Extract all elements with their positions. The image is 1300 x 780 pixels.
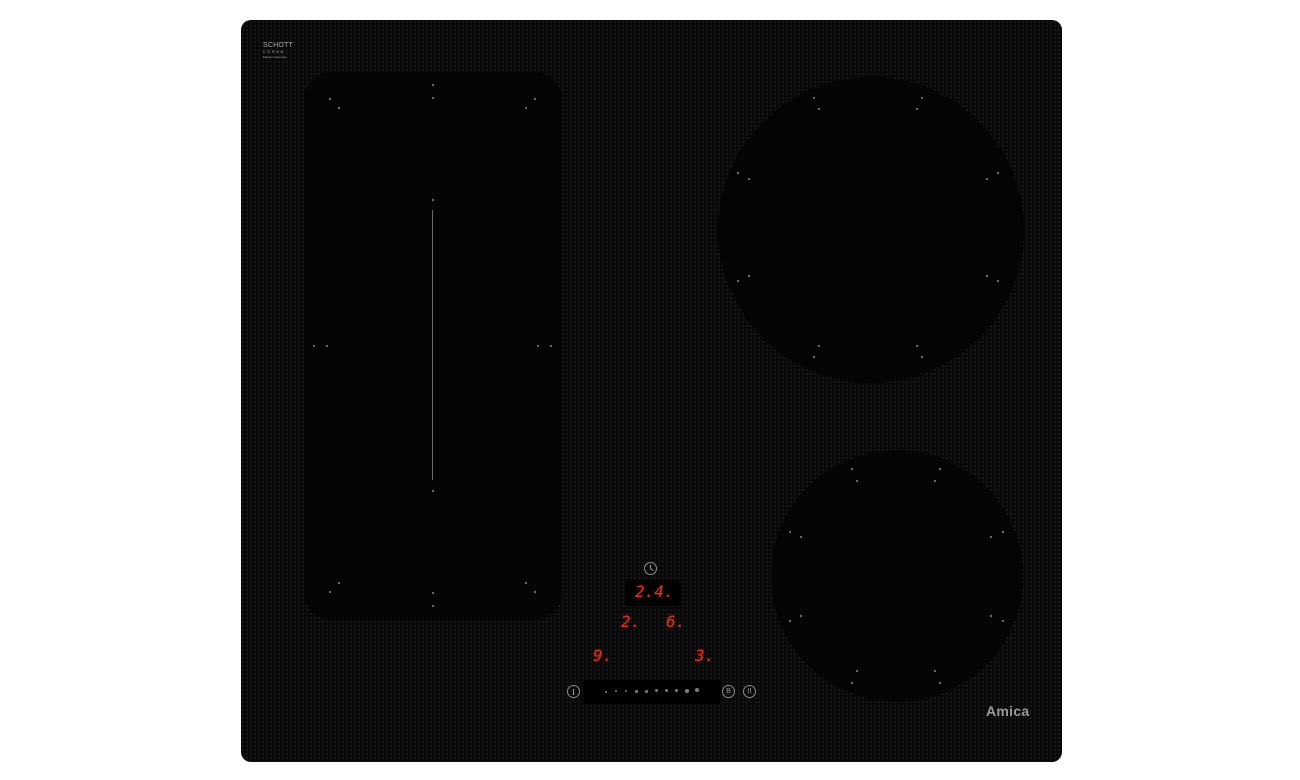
- schott-ceran-logo: SCHOTT CERAN Made in Germany: [263, 42, 293, 59]
- zone-rear-right[interactable]: [718, 77, 1024, 383]
- timer-display: 2.4.: [635, 582, 674, 601]
- pause-button[interactable]: II: [743, 685, 756, 698]
- power-icon: [573, 688, 574, 695]
- timer-button[interactable]: [644, 562, 657, 575]
- booster-button[interactable]: B: [722, 685, 735, 698]
- power-level-slider[interactable]: [583, 680, 721, 704]
- zone-front-right[interactable]: [771, 450, 1023, 702]
- flex-zone-divider: [432, 210, 433, 480]
- zone-display-upper-left[interactable]: 2.: [621, 614, 640, 630]
- flex-zone-left[interactable]: [304, 72, 562, 620]
- induction-hob: SCHOTT CERAN Made in Germany Amica 2.4. …: [241, 20, 1062, 762]
- zone-display-lower-right[interactable]: 3.: [695, 648, 714, 664]
- zone-display-lower-left[interactable]: 9.: [593, 648, 612, 664]
- amica-logo: Amica: [986, 703, 1030, 719]
- clock-icon: [650, 565, 654, 571]
- zone-display-upper-right[interactable]: 6.: [666, 614, 685, 630]
- power-button[interactable]: [567, 685, 580, 698]
